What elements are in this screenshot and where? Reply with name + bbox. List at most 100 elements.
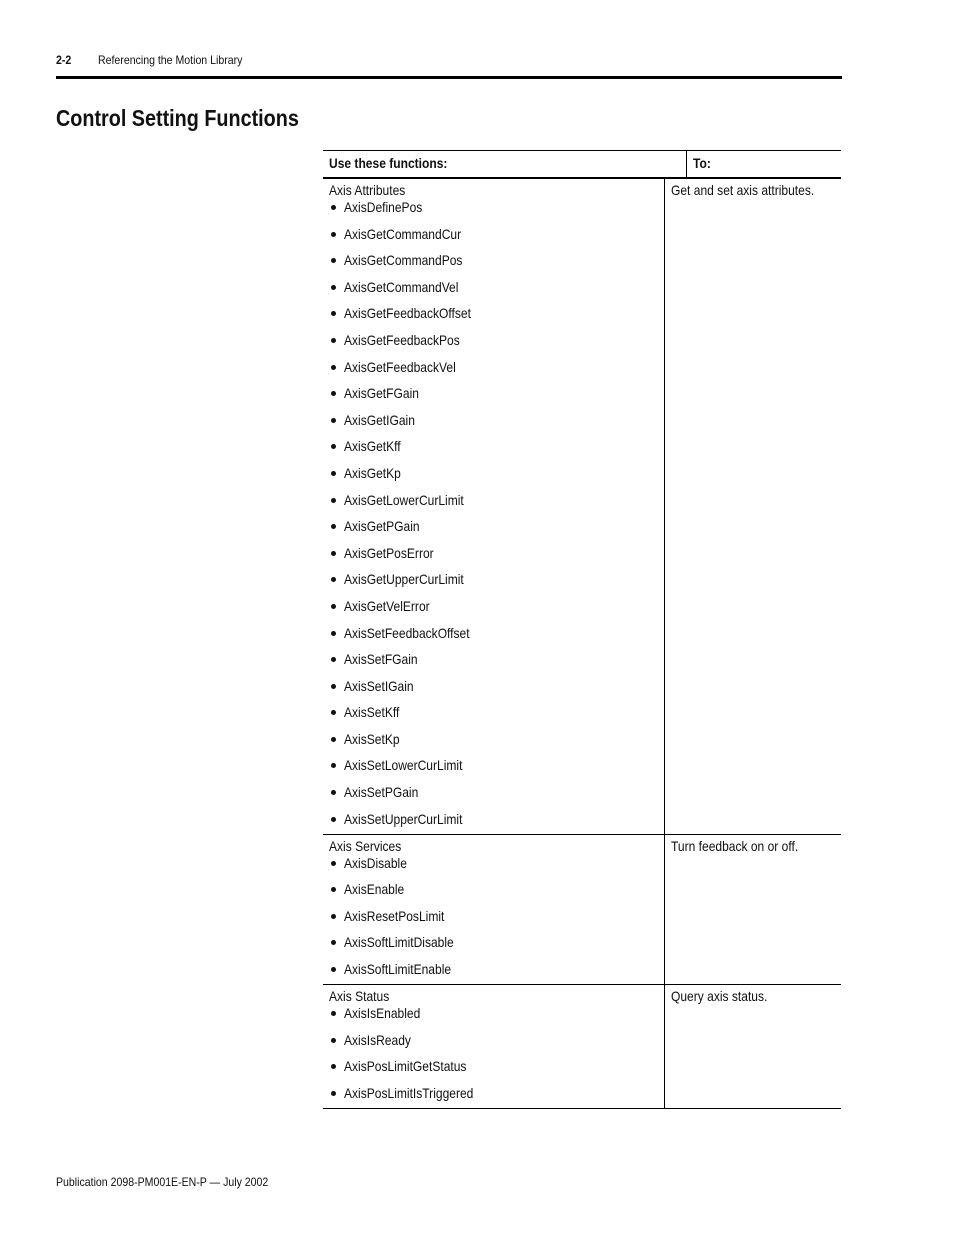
publication-footer: Publication 2098-PM001E-EN-P — July 2002: [56, 1175, 269, 1189]
page-number: 2-2: [56, 53, 72, 67]
function-list-item: AxisGetIGain: [329, 412, 664, 429]
function-name: AxisPosLimitIsTriggered: [344, 1084, 474, 1101]
function-list-item: AxisSetKp: [329, 731, 664, 748]
function-name: AxisSoftLimitEnable: [344, 961, 452, 978]
function-name: AxisGetFeedbackVel: [344, 358, 456, 375]
function-list-item: AxisGetVelError: [329, 598, 664, 615]
function-list-item: AxisSoftLimitEnable: [329, 961, 664, 978]
section-title: Control Setting Functions: [56, 105, 299, 131]
column-header-purpose: To:: [693, 155, 711, 171]
function-list-item: AxisSetUpperCurLimit: [329, 811, 664, 828]
bullet-icon: [331, 967, 336, 973]
bullet-icon: [331, 887, 336, 893]
function-name: AxisGetUpperCurLimit: [344, 571, 464, 588]
function-name: AxisSetLowerCurLimit: [344, 757, 463, 774]
bullet-icon: [331, 816, 336, 822]
function-name: AxisDisable: [344, 854, 407, 871]
functions-cell: Axis Services AxisDisable AxisEnable AxisRe…: [323, 834, 665, 985]
bullet-icon: [331, 231, 336, 237]
function-name: AxisPosLimitGetStatus: [344, 1058, 467, 1075]
purpose-text: Query axis status.: [671, 988, 768, 1005]
function-list-item: AxisPosLimitIsTriggered: [329, 1085, 664, 1102]
bullet-icon: [331, 1037, 336, 1043]
function-name: AxisGetPGain: [344, 518, 420, 535]
chapter-title: Referencing the Motion Library: [98, 53, 243, 67]
function-name: AxisSetPGain: [344, 784, 419, 801]
bullet-icon: [331, 364, 336, 370]
function-list-item: AxisResetPosLimit: [329, 908, 664, 925]
function-name: AxisIsEnabled: [344, 1005, 421, 1022]
function-name: AxisGetFeedbackPos: [344, 331, 460, 348]
bullet-icon: [331, 417, 336, 423]
table-row: Axis Services AxisDisable AxisEnable AxisRe…: [323, 834, 841, 986]
function-name: AxisSetKff: [344, 704, 400, 721]
function-name: AxisResetPosLimit: [344, 907, 445, 924]
functions-cell: Axis Status AxisIsEnabled AxisIsReady AxisP…: [323, 985, 665, 1108]
table-header-row: Use these functions: To:: [323, 150, 841, 179]
bullet-icon: [331, 311, 336, 317]
function-name: AxisSetFGain: [344, 651, 418, 668]
function-name: AxisGetCommandPos: [344, 252, 463, 269]
function-name: AxisDefinePos: [344, 199, 423, 215]
function-name: AxisSoftLimitDisable: [344, 934, 454, 951]
bullet-icon: [331, 1011, 336, 1017]
bullet-icon: [331, 284, 336, 290]
function-list-item: AxisDisable: [329, 855, 664, 872]
function-list-item: AxisGetKp: [329, 465, 664, 482]
bullet-icon: [331, 736, 336, 742]
function-list-item: AxisPosLimitGetStatus: [329, 1058, 664, 1075]
function-name: AxisGetIGain: [344, 411, 415, 428]
function-list-item: AxisSetLowerCurLimit: [329, 757, 664, 774]
bullet-icon: [331, 657, 336, 663]
running-header: 2-2 Referencing the Motion Library: [56, 52, 842, 79]
function-list-item: AxisDefinePos: [329, 199, 664, 216]
function-list-item: AxisSetFGain: [329, 651, 664, 668]
bullet-icon: [331, 940, 336, 946]
bullet-icon: [331, 790, 336, 796]
purpose-cell: Query axis status.: [665, 985, 841, 1108]
bullet-icon: [331, 630, 336, 636]
bullet-icon: [331, 577, 336, 583]
function-name: AxisGetKp: [344, 464, 401, 481]
function-list-item: AxisGetFeedbackVel: [329, 359, 664, 376]
function-list-item: AxisSetPGain: [329, 784, 664, 801]
function-group-label: Axis Services: [329, 837, 402, 854]
function-name: AxisGetVelError: [344, 597, 430, 614]
function-list-item: AxisGetLowerCurLimit: [329, 492, 664, 509]
functions-table: Use these functions: To: Axis Attributes…: [323, 150, 841, 1109]
function-name: AxisGetLowerCurLimit: [344, 491, 464, 508]
function-list-item: AxisSetKff: [329, 704, 664, 721]
function-name: AxisSetKp: [344, 730, 400, 747]
column-header-functions: Use these functions:: [329, 155, 448, 171]
function-list-item: AxisGetPosError: [329, 545, 664, 562]
function-name: AxisEnable: [344, 881, 405, 898]
purpose-text: Get and set axis attributes.: [671, 182, 815, 198]
function-list-item: AxisGetKff: [329, 438, 664, 455]
purpose-cell: Turn feedback on or off.: [665, 835, 841, 984]
function-list-item: AxisSetIGain: [329, 678, 664, 695]
table-body: Axis Attributes AxisDefinePos AxisGetComma…: [323, 179, 841, 1109]
function-list-item: AxisIsReady: [329, 1032, 664, 1049]
bullet-icon: [331, 470, 336, 476]
bullet-icon: [331, 205, 336, 210]
bullet-icon: [331, 444, 336, 450]
bullet-icon: [331, 1064, 336, 1070]
bullet-icon: [331, 497, 336, 503]
bullet-icon: [331, 524, 336, 530]
function-name: AxisGetFGain: [344, 385, 419, 402]
bullet-icon: [331, 860, 336, 866]
function-name: AxisSetIGain: [344, 677, 414, 694]
table-row: Axis Status AxisIsEnabled AxisIsReady AxisP…: [323, 985, 841, 1109]
function-list-item: AxisSetFeedbackOffset: [329, 625, 664, 642]
function-list-item: AxisGetCommandPos: [329, 252, 664, 269]
bullet-icon: [331, 391, 336, 397]
bullet-icon: [331, 913, 336, 919]
function-list-item: AxisGetUpperCurLimit: [329, 571, 664, 588]
functions-cell: Axis Attributes AxisDefinePos AxisGetComma…: [323, 179, 665, 834]
function-list-item: AxisGetFeedbackPos: [329, 332, 664, 349]
function-name: AxisIsReady: [344, 1031, 411, 1048]
function-name: AxisSetUpperCurLimit: [344, 810, 463, 827]
function-group-label: Axis Attributes: [329, 182, 406, 198]
purpose-cell: Get and set axis attributes.: [665, 179, 841, 834]
bullet-icon: [331, 258, 336, 264]
